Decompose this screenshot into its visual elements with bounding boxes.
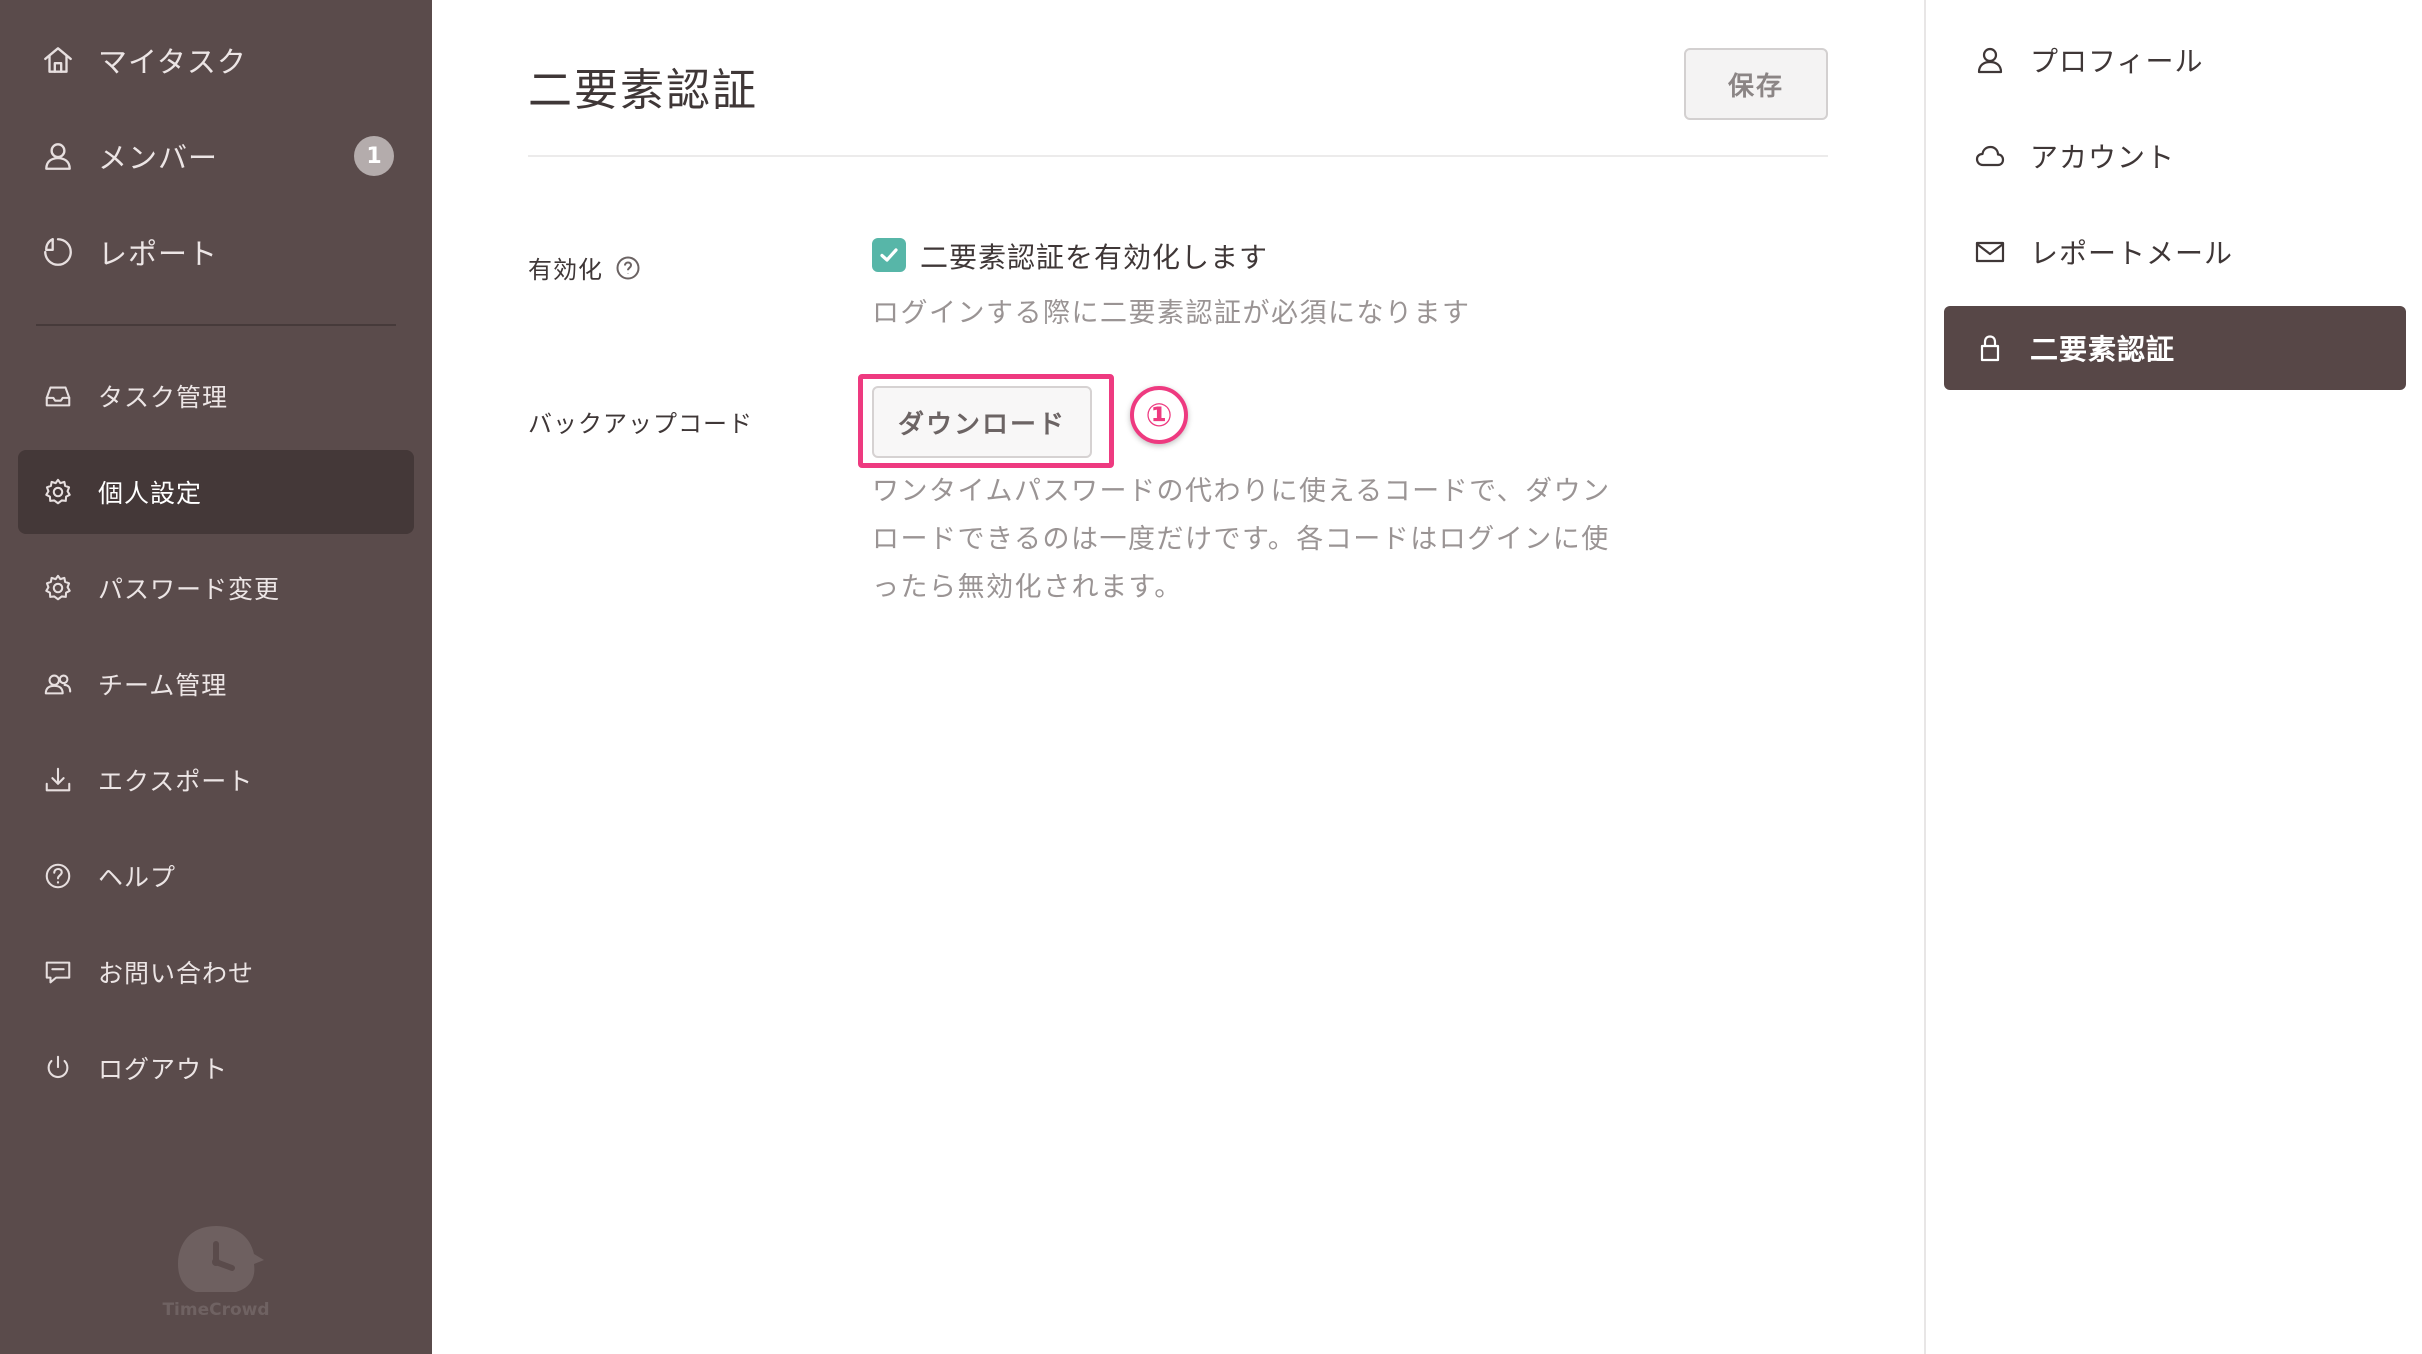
message-icon [38,952,78,992]
user-icon [38,136,78,176]
annotation-step-marker: ① [1130,386,1188,444]
timecrowd-logo: TimeCrowd [160,1216,272,1326]
backup-hint-line-1: ワンタイムパスワードの代わりに使えるコードで、ダウン [872,476,1611,507]
settings-item-account[interactable]: アカウント [1944,114,2406,198]
question-circle-icon[interactable] [615,255,641,281]
sidebar-item-label: タスク管理 [98,383,229,412]
gear-icon [38,568,78,608]
download-backup-codes-button[interactable]: ダウンロード [872,386,1092,458]
gear-icon [38,472,78,512]
sidebar-item-task-management[interactable]: タスク管理 [18,354,414,438]
home-icon [38,40,78,80]
member-count-badge: 1 [354,136,394,176]
save-button[interactable]: 保存 [1684,48,1828,120]
cloud-icon [1970,136,2010,176]
inbox-icon [38,376,78,416]
sidebar-item-label: ログアウト [98,1055,229,1084]
sidebar-item-reports[interactable]: レポート [18,210,414,294]
enable-field-label: 有効化 [528,250,641,285]
checkmark-icon [880,248,898,262]
sidebar-item-label: 個人設定 [98,479,203,508]
chart-icon [38,232,78,272]
settings-item-label: プロフィール [2030,45,2204,78]
backup-label-text: バックアップコード [528,410,753,438]
settings-menu: プロフィール アカウント レポートメール 二要素認証 [1924,0,2422,1354]
enable-hint: ログインする際に二要素認証が必須になります [872,298,1471,329]
sidebar-item-team-management[interactable]: チーム管理 [18,642,414,726]
sidebar-item-password-change[interactable]: パスワード変更 [18,546,414,630]
settings-item-two-factor[interactable]: 二要素認証 [1944,306,2406,390]
title-divider [528,155,1828,157]
enable-label-text: 有効化 [528,256,603,284]
settings-item-label: 二要素認証 [2030,333,2176,366]
backup-hint-line-2: ロードできるのは一度だけです。各コードはログインに使 [872,524,1610,555]
sidebar-item-label: パスワード変更 [98,575,281,604]
help-icon [38,856,78,896]
page-title: 二要素認証 [528,65,758,116]
backup-hint-line-3: ったら無効化されます。 [872,572,1183,603]
sidebar-divider [36,324,396,326]
sidebar-item-label: エクスポート [98,767,254,796]
sidebar-item-help[interactable]: ヘルプ [18,834,414,918]
logo-text: TimeCrowd [162,1300,270,1320]
enable-two-factor-checkbox[interactable] [872,238,906,272]
sidebar-item-label: ヘルプ [98,863,177,892]
lock-icon [1970,328,2010,368]
clock-bird-icon [178,1226,264,1292]
backup-code-field-label: バックアップコード [528,404,753,439]
sidebar-item-label: マイタスク [98,45,247,79]
sidebar-item-contact[interactable]: お問い合わせ [18,930,414,1014]
mail-icon [1970,232,2010,272]
enable-two-factor-label[interactable]: 二要素認証を有効化します [920,236,1268,276]
sidebar-item-logout[interactable]: ログアウト [18,1026,414,1110]
sidebar: マイタスク メンバー 1 レポート タスク管理 個人設定 パスワード変更 チーム… [0,0,432,1354]
sidebar-item-my-tasks[interactable]: マイタスク [18,18,414,102]
sidebar-item-members[interactable]: メンバー 1 [18,114,414,198]
settings-item-label: レポートメール [2030,237,2234,270]
sidebar-item-label: お問い合わせ [98,959,255,988]
user-icon [1970,40,2010,80]
settings-item-label: アカウント [2030,141,2176,174]
sidebar-item-label: メンバー [98,141,219,175]
download-icon [38,760,78,800]
team-icon [38,664,78,704]
settings-item-profile[interactable]: プロフィール [1944,18,2406,102]
main-content: 二要素認証 保存 有効化 二要素認証を有効化します ログインする際に二要素認証が… [432,0,1924,1354]
power-icon [38,1048,78,1088]
sidebar-item-label: レポート [98,237,219,271]
sidebar-item-personal-settings[interactable]: 個人設定 [18,450,414,534]
sidebar-item-label: チーム管理 [98,671,228,700]
settings-item-report-mail[interactable]: レポートメール [1944,210,2406,294]
sidebar-item-export[interactable]: エクスポート [18,738,414,822]
